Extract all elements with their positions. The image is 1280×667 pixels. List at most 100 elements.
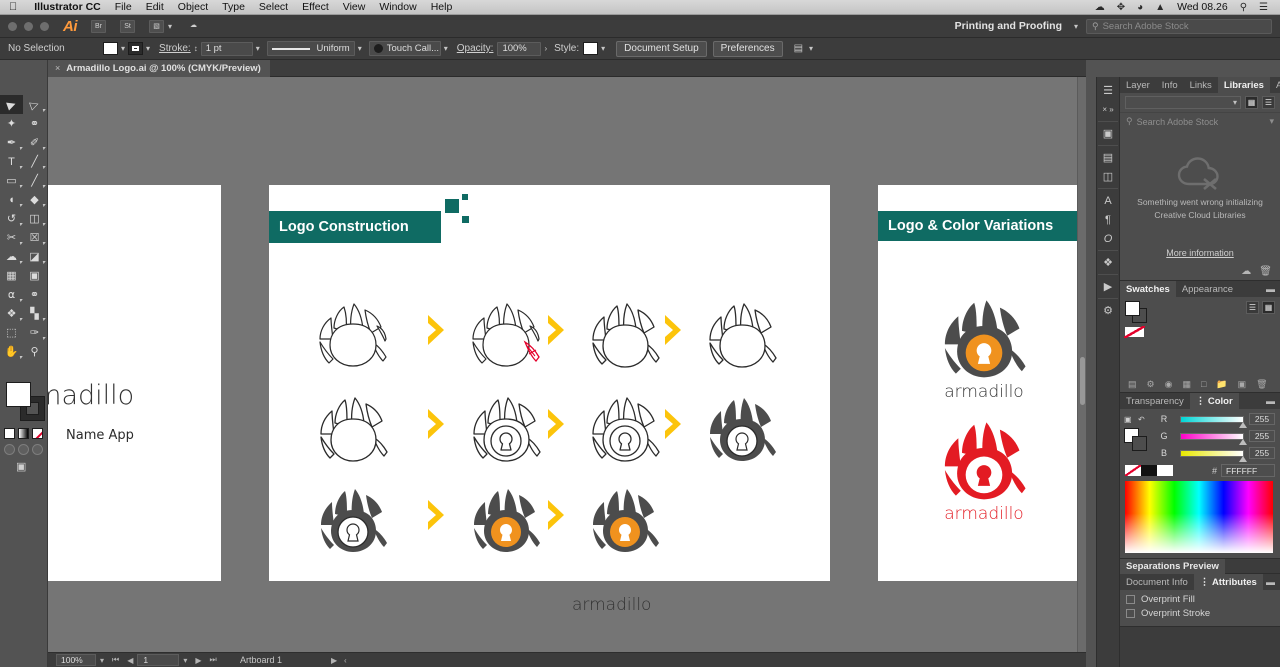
stroke-profile-chevron-down-icon[interactable]: ▾ bbox=[355, 44, 365, 53]
swatches-panel-body[interactable]: ☰ ▦ ▤ ⚙ ◉ ▦ □ 📁 ▣ 🗑 bbox=[1120, 297, 1280, 392]
first-page-icon[interactable]: ⏮ bbox=[108, 655, 123, 665]
lasso-tool[interactable]: ⚭ bbox=[23, 114, 46, 133]
notification-center-icon[interactable]: ☰ bbox=[1253, 2, 1274, 13]
tab-attributes[interactable]: ⋮ Attributes bbox=[1193, 574, 1263, 590]
logo-step-2-outline[interactable] bbox=[467, 298, 545, 370]
color-black-swatch[interactable] bbox=[1141, 465, 1157, 476]
none-button[interactable] bbox=[32, 428, 43, 439]
menu-edit[interactable]: Edit bbox=[139, 1, 171, 13]
tab-libraries[interactable]: Libraries bbox=[1217, 77, 1270, 93]
logo-step-4-outline[interactable] bbox=[703, 298, 781, 370]
arrange-documents-icon[interactable]: ▧ bbox=[149, 19, 164, 33]
menu-app-name[interactable]: Illustrator CC bbox=[27, 1, 108, 13]
color-stroke-indicator[interactable] bbox=[1132, 436, 1147, 451]
graphic-styles-panel-icon[interactable]: ⚙ bbox=[1096, 301, 1120, 320]
delete-swatch-icon[interactable]: 🗑 bbox=[1256, 379, 1267, 390]
logo-step-7-keyhole[interactable] bbox=[586, 392, 664, 464]
new-group-icon[interactable]: 📁 bbox=[1216, 379, 1227, 390]
style-chevron-down-icon[interactable]: ▾ bbox=[598, 44, 608, 53]
artboard-left[interactable]: armadillo Name App bbox=[48, 185, 221, 581]
collapse-panels-icon[interactable]: ☰ bbox=[1096, 81, 1120, 100]
fill-stroke-indicator[interactable] bbox=[6, 382, 46, 422]
tab-swatches[interactable]: Swatches bbox=[1120, 281, 1176, 297]
stroke-label[interactable]: Stroke: bbox=[159, 43, 191, 54]
puppet-warp-tool[interactable]: ☁ ▾ bbox=[0, 247, 23, 266]
channel-g-value[interactable]: 255 bbox=[1249, 430, 1275, 442]
tab-document-info[interactable]: Document Info bbox=[1120, 574, 1194, 590]
grid-view-icon[interactable]: ▦ bbox=[1245, 96, 1258, 109]
stroke-weight-field[interactable]: 1 pt bbox=[200, 41, 253, 56]
canvas-area[interactable]: armadillo Name App Logo Construction bbox=[48, 77, 1086, 667]
menu-view[interactable]: View bbox=[336, 1, 373, 13]
paintbrush-tool[interactable]: ╱ ▾ bbox=[23, 171, 46, 190]
overprint-fill-checkbox[interactable] bbox=[1126, 595, 1135, 604]
channel-g-slider[interactable] bbox=[1180, 432, 1247, 445]
tab-links[interactable]: Links bbox=[1184, 77, 1218, 93]
menu-help[interactable]: Help bbox=[424, 1, 460, 13]
status-next-icon[interactable]: ▶ bbox=[331, 656, 337, 665]
menu-file[interactable]: File bbox=[108, 1, 139, 13]
library-select[interactable]: ▾ bbox=[1125, 96, 1241, 109]
status-options-icon[interactable]: ‹ bbox=[344, 656, 347, 665]
logo-step-8-filled[interactable] bbox=[703, 392, 781, 464]
glyphs-panel-icon[interactable]: O bbox=[1096, 229, 1120, 248]
curvature-tool[interactable]: ✐ ▾ bbox=[23, 133, 46, 152]
bluetooth-icon[interactable]: ✥ bbox=[1111, 2, 1131, 13]
attributes-panel-menu-icon[interactable]: ▬ bbox=[1266, 577, 1280, 587]
sync-icon[interactable]: ☁ bbox=[1089, 2, 1111, 13]
width-tool[interactable]: ✂ ▾ bbox=[0, 228, 23, 247]
character-panel-icon[interactable]: A bbox=[1096, 191, 1120, 210]
stroke-profile-select[interactable]: Uniform bbox=[266, 41, 355, 56]
artboard-number-field[interactable]: 1 bbox=[137, 654, 180, 666]
show-options-icon[interactable]: ▦ bbox=[1182, 379, 1191, 390]
swatches-grid-view-icon[interactable]: ▦ bbox=[1262, 301, 1275, 314]
artboard-tool[interactable]: ⬚ bbox=[0, 323, 23, 342]
fill-chevron-down-icon[interactable]: ▾ bbox=[118, 44, 128, 53]
eject-icon[interactable]: ▲ bbox=[1149, 2, 1171, 13]
channel-r-value[interactable]: 255 bbox=[1249, 413, 1275, 425]
tab-transparency[interactable]: Transparency bbox=[1120, 393, 1190, 409]
list-view-icon[interactable]: ☰ bbox=[1262, 96, 1275, 109]
tab-artboards[interactable]: Artbo bbox=[1270, 77, 1280, 93]
logo-step-6-keyhole[interactable] bbox=[467, 392, 545, 464]
graphic-style-swatch[interactable] bbox=[583, 42, 599, 55]
scale-tool[interactable]: ◫ ▾ bbox=[23, 209, 46, 228]
free-transform-tool[interactable]: ☒ ▾ bbox=[23, 228, 46, 247]
opacity-options-icon[interactable]: › bbox=[541, 44, 550, 53]
apple-menu-icon[interactable]:  bbox=[0, 1, 27, 13]
align-options-icon[interactable]: ▤ bbox=[791, 43, 806, 54]
hex-value-field[interactable]: FFFFFF bbox=[1221, 464, 1275, 477]
canvas-vertical-scrollbar[interactable] bbox=[1077, 77, 1086, 658]
artboards-panel-icon[interactable]: ▣ bbox=[1096, 124, 1120, 143]
zoom-chevron-down-icon[interactable]: ▾ bbox=[96, 656, 108, 665]
adobe-stock-search[interactable]: ⚲ Search Adobe Stock bbox=[1086, 18, 1272, 34]
overprint-stroke-checkbox[interactable] bbox=[1126, 609, 1135, 618]
swatches-list-view-icon[interactable]: ☰ bbox=[1246, 301, 1259, 314]
brush-chevron-down-icon[interactable]: ▾ bbox=[441, 44, 451, 53]
last-page-icon[interactable]: ⏭ bbox=[206, 655, 221, 665]
chevron-down-icon[interactable]: ▾ bbox=[168, 22, 172, 31]
hand-tool[interactable]: ✋ ▾ bbox=[0, 342, 23, 361]
tab-appearance[interactable]: Appearance bbox=[1176, 281, 1239, 297]
close-dock-icon[interactable]: × » bbox=[1096, 100, 1120, 119]
shaper-tool[interactable]: ◖ ▾ bbox=[0, 190, 23, 210]
color-panel-menu-icon[interactable]: ▬ bbox=[1266, 396, 1280, 406]
normal-screen-mode-button[interactable] bbox=[4, 444, 15, 455]
swap-fill-stroke-icon[interactable]: ↶ bbox=[1138, 415, 1145, 424]
new-swatch-icon[interactable]: □ bbox=[1201, 379, 1206, 390]
tab-separations-preview[interactable]: Separations Preview bbox=[1120, 558, 1225, 574]
logo-step-1-outline[interactable] bbox=[314, 298, 392, 370]
stock-icon[interactable]: St bbox=[120, 19, 135, 33]
direct-selection-tool[interactable]: ▷ ▾ bbox=[23, 95, 46, 114]
logo-step-9-gray[interactable] bbox=[314, 483, 392, 555]
prev-page-icon[interactable]: ◀ bbox=[123, 656, 137, 665]
logo-step-10-orange[interactable] bbox=[467, 483, 545, 555]
slice-tool[interactable]: ✑ ▾ bbox=[23, 323, 46, 342]
tab-info[interactable]: Info bbox=[1156, 77, 1184, 93]
pathfinder-panel-icon[interactable]: ◫ bbox=[1096, 167, 1120, 186]
swatches-panel-menu-icon[interactable]: ▬ bbox=[1266, 284, 1280, 294]
type-tool[interactable]: T ▾ bbox=[0, 152, 23, 172]
column-graph-tool[interactable]: ▚ ▾ bbox=[23, 304, 46, 323]
eyedropper-tool[interactable]: ⍺ ▾ bbox=[0, 285, 23, 304]
channel-b-value[interactable]: 255 bbox=[1249, 447, 1275, 459]
